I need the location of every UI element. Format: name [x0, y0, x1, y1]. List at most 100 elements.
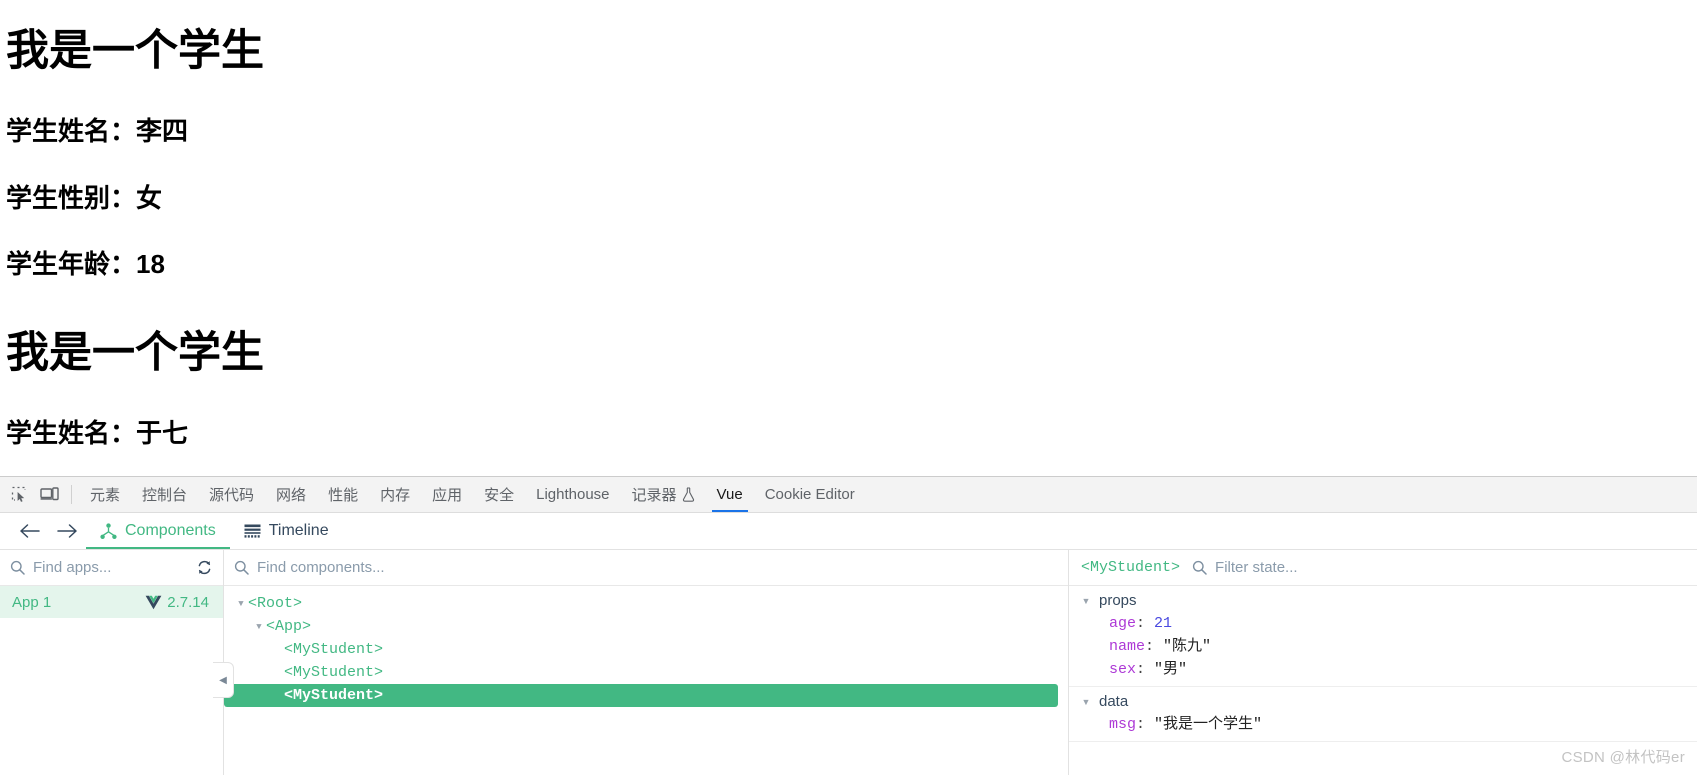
state-key-age: age: [1109, 615, 1137, 632]
tab-elements[interactable]: 元素: [79, 477, 131, 512]
search-icon: [1192, 560, 1207, 575]
back-arrow-icon[interactable]: [10, 513, 48, 549]
apps-column: Find apps... App 1 2.7.14: [0, 550, 224, 775]
state-key-sex: sex: [1109, 661, 1137, 678]
refresh-icon[interactable]: [196, 559, 213, 576]
state-value-msg: "我是一个学生": [1154, 716, 1263, 733]
tab-console[interactable]: 控制台: [131, 477, 198, 512]
state-header: <MyStudent> Filter state...: [1069, 550, 1697, 586]
search-icon: [234, 560, 249, 575]
state-key-name: name: [1109, 638, 1146, 655]
find-apps-input[interactable]: Find apps...: [33, 559, 188, 576]
filter-state-row[interactable]: Filter state...: [1192, 559, 1685, 576]
tab-recorder-label: 记录器: [631, 487, 677, 504]
state-group-props: ▼ props age: 21 name: "陈九" sex: "男": [1069, 586, 1697, 687]
find-apps-row[interactable]: Find apps...: [0, 550, 223, 586]
tree-node-app-label: <App>: [266, 618, 312, 635]
app-version-group: 2.7.14: [145, 594, 209, 611]
tab-lighthouse[interactable]: Lighthouse: [525, 477, 620, 512]
find-components-input[interactable]: Find components...: [257, 559, 1058, 576]
app-name: App 1: [12, 593, 52, 611]
tree-node-app[interactable]: ▼ <App>: [224, 615, 1068, 638]
tree-node-root[interactable]: ▼ <Root>: [224, 592, 1068, 615]
tab-sources-label: 源代码: [209, 487, 255, 504]
inspect-element-icon[interactable]: [4, 477, 34, 512]
tab-security[interactable]: 安全: [473, 477, 525, 512]
state-entry-age[interactable]: age: 21: [1069, 612, 1697, 635]
timeline-grid-icon: [244, 524, 261, 539]
chevron-down-icon[interactable]: ▼: [234, 599, 248, 609]
tab-performance[interactable]: 性能: [317, 477, 369, 512]
chevron-placeholder-icon: ▼: [270, 668, 284, 678]
vue-panel-header: Components Timeline: [0, 513, 1697, 550]
forward-arrow-icon[interactable]: [48, 513, 86, 549]
selected-component-name: <MyStudent>: [1081, 559, 1181, 576]
vue-logo-icon: [145, 595, 162, 610]
chevron-placeholder-icon: ▼: [270, 691, 284, 701]
tab-cookie-editor-label: Cookie Editor: [764, 486, 855, 503]
state-value-age: 21: [1154, 615, 1173, 632]
tree-node-mystudent-3-label: <MyStudent>: [284, 687, 384, 704]
tab-network-label: 网络: [276, 487, 307, 504]
tab-cookie-editor[interactable]: Cookie Editor: [754, 477, 866, 512]
vue-tab-components-label: Components: [125, 522, 216, 539]
component-tree-column: Find components... ◀ ▼ <Root> ▼ <App> ▼ …: [213, 550, 1069, 775]
state-group-data-header[interactable]: ▼ data: [1069, 690, 1697, 713]
student-name-1: 学生姓名：李四: [6, 116, 189, 146]
devtools-panel: 元素 控制台 源代码 网络 性能 内存 应用 安全 Lighthouse 记录器…: [0, 476, 1697, 775]
toolbar-divider: [71, 485, 72, 504]
tree-node-mystudent-1[interactable]: ▼ <MyStudent>: [224, 638, 1068, 661]
page-heading-1: 我是一个学生: [6, 27, 264, 75]
tree-node-mystudent-1-label: <MyStudent>: [284, 641, 384, 658]
state-value-sex: "男": [1154, 661, 1188, 678]
chevron-down-icon[interactable]: ▼: [1079, 596, 1093, 606]
vue-tab-timeline-label: Timeline: [268, 522, 329, 539]
component-tree: ▼ <Root> ▼ <App> ▼ <MyStudent> ▼ <MyStud…: [224, 586, 1068, 707]
flask-icon: [682, 487, 695, 502]
tree-node-mystudent-2[interactable]: ▼ <MyStudent>: [224, 661, 1068, 684]
chevron-down-icon[interactable]: ▼: [1079, 697, 1093, 707]
devtools-tabbar: 元素 控制台 源代码 网络 性能 内存 应用 安全 Lighthouse 记录器…: [0, 477, 1697, 513]
tab-vue-label: Vue: [716, 486, 743, 503]
tree-node-mystudent-3[interactable]: ▼ <MyStudent>: [224, 684, 1058, 707]
state-group-data: ▼ data msg: "我是一个学生": [1069, 687, 1697, 742]
chevron-down-icon[interactable]: ▼: [252, 622, 266, 632]
tab-recorder[interactable]: 记录器: [621, 477, 706, 512]
filter-state-input[interactable]: Filter state...: [1215, 559, 1298, 576]
search-icon: [10, 560, 25, 575]
state-value-name: "陈九": [1163, 638, 1212, 655]
app-list-item[interactable]: App 1 2.7.14: [0, 586, 223, 618]
tab-application-label: 应用: [432, 487, 463, 504]
vue-tab-components[interactable]: Components: [86, 513, 230, 549]
state-entry-name[interactable]: name: "陈九": [1069, 635, 1697, 658]
device-toolbar-icon[interactable]: [34, 477, 64, 512]
tab-network[interactable]: 网络: [265, 477, 317, 512]
state-key-msg: msg: [1109, 716, 1137, 733]
state-column: <MyStudent> Filter state... ▼ props age:…: [1069, 550, 1697, 775]
tab-memory[interactable]: 内存: [369, 477, 421, 512]
tab-sources[interactable]: 源代码: [198, 477, 265, 512]
state-group-props-header[interactable]: ▼ props: [1069, 589, 1697, 612]
vue-panel-body: Find apps... App 1 2.7.14 Find component…: [0, 550, 1697, 775]
tab-lighthouse-label: Lighthouse: [536, 486, 610, 503]
tab-console-label: 控制台: [142, 487, 188, 504]
state-entry-msg[interactable]: msg: "我是一个学生": [1069, 713, 1697, 736]
find-components-row[interactable]: Find components...: [224, 550, 1068, 586]
tab-memory-label: 内存: [380, 487, 411, 504]
tree-node-root-label: <Root>: [248, 595, 303, 612]
student-sex-1: 学生性别：女: [6, 183, 163, 213]
vue-tab-timeline[interactable]: Timeline: [230, 513, 343, 549]
app-version: 2.7.14: [167, 593, 209, 611]
chevron-placeholder-icon: ▼: [270, 645, 284, 655]
state-entry-sex[interactable]: sex: "男": [1069, 658, 1697, 681]
page-heading-2: 我是一个学生: [6, 329, 264, 377]
tab-application[interactable]: 应用: [421, 477, 473, 512]
tab-vue[interactable]: Vue: [706, 477, 754, 512]
student-age-1: 学生年龄：18: [6, 249, 165, 279]
components-tree-icon: [100, 522, 117, 540]
collapse-sidebar-handle[interactable]: ◀: [213, 662, 234, 698]
tree-node-mystudent-2-label: <MyStudent>: [284, 664, 384, 681]
state-group-data-title: data: [1099, 693, 1129, 710]
tab-security-label: 安全: [484, 487, 515, 504]
tab-performance-label: 性能: [328, 487, 359, 504]
